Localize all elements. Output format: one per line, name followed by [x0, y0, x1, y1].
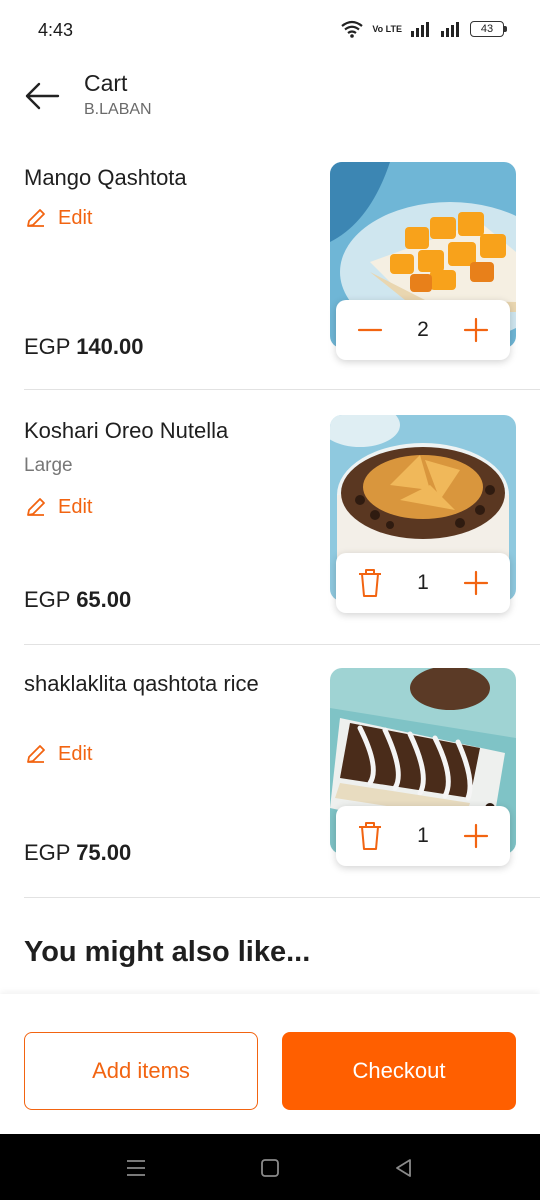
increase-button[interactable] [460, 314, 492, 346]
plus-icon [463, 823, 489, 849]
quantity-stepper: 2 [336, 300, 510, 360]
quantity-value: 1 [417, 824, 429, 847]
item-name: Koshari Oreo Nutella [24, 418, 229, 443]
restaurant-name: B.LABAN [84, 101, 152, 118]
plus-icon [463, 570, 489, 596]
cart-item-mango-qashtota: Mango Qashtota Edit EGP 140.00 2 [0, 162, 540, 416]
edit-button[interactable]: Edit [24, 206, 92, 230]
back-triangle-icon [396, 1159, 411, 1177]
trash-icon [359, 822, 381, 850]
battery-icon: 43 [470, 21, 507, 37]
arrow-left-icon [25, 82, 60, 110]
item-name: shaklaklita qashtota rice [24, 671, 259, 696]
back-button[interactable] [22, 76, 62, 116]
remove-button[interactable] [354, 567, 386, 599]
wifi-icon [341, 20, 364, 38]
signal-icon-2 [441, 22, 459, 37]
pencil-icon [27, 209, 45, 227]
cart-item-koshari-oreo-nutella: Koshari Oreo Nutella Large Edit EGP 65.0… [0, 415, 540, 669]
status-bar: 4:43 Vo LTE 43 [0, 0, 540, 60]
minus-icon [357, 328, 383, 332]
home-nav-button[interactable] [258, 1156, 282, 1180]
remove-button[interactable] [354, 820, 386, 852]
item-price: EGP 140.00 [24, 334, 143, 360]
quantity-stepper: 1 [336, 553, 510, 613]
add-items-button[interactable]: Add items [24, 1032, 258, 1110]
quantity-value: 2 [417, 318, 429, 341]
edit-label: Edit [58, 495, 93, 518]
edit-label: Edit [58, 206, 93, 229]
price-value: 75.00 [76, 840, 132, 865]
decrease-button[interactable] [354, 314, 386, 346]
currency: EGP [24, 840, 71, 865]
pencil-icon [27, 498, 45, 516]
page-title: Cart [84, 70, 128, 96]
quantity-value: 1 [417, 571, 429, 594]
home-square-icon [261, 1159, 279, 1177]
volte-indicator: Vo LTE [372, 23, 402, 34]
pencil-icon [27, 745, 45, 763]
status-icons: Vo LTE 43 [340, 20, 507, 38]
signal-icon [411, 22, 429, 37]
item-name: Mango Qashtota [24, 165, 187, 190]
cart-item-shaklaklita-qashtota-rice: shaklaklita qashtota rice Edit EGP 75.00… [0, 668, 540, 922]
increase-button[interactable] [460, 820, 492, 852]
currency: EGP [24, 334, 71, 359]
price-value: 65.00 [76, 587, 132, 612]
system-nav-bar [0, 1134, 540, 1200]
edit-button[interactable]: Edit [24, 495, 92, 519]
back-nav-button[interactable] [392, 1156, 416, 1180]
item-divider [24, 389, 540, 390]
quantity-stepper: 1 [336, 806, 510, 866]
item-divider [24, 897, 540, 898]
menu-nav-button[interactable] [124, 1156, 148, 1180]
item-variant: Large [24, 455, 73, 476]
item-price: EGP 65.00 [24, 587, 131, 613]
bottom-action-bar: Add items Checkout [0, 994, 540, 1134]
checkout-button[interactable]: Checkout [282, 1032, 516, 1110]
edit-button[interactable]: Edit [24, 742, 92, 766]
suggestions-title: You might also like... [24, 936, 311, 968]
plus-icon [463, 317, 489, 343]
item-divider [24, 644, 540, 645]
status-time: 4:43 [38, 20, 74, 40]
price-value: 140.00 [76, 334, 144, 359]
edit-label: Edit [58, 742, 93, 765]
menu-icon [127, 1160, 145, 1176]
trash-icon [359, 569, 381, 597]
increase-button[interactable] [460, 567, 492, 599]
currency: EGP [24, 587, 71, 612]
battery-level: 43 [480, 23, 494, 35]
item-price: EGP 75.00 [24, 840, 131, 866]
header: Cart B.LABAN [0, 60, 540, 132]
